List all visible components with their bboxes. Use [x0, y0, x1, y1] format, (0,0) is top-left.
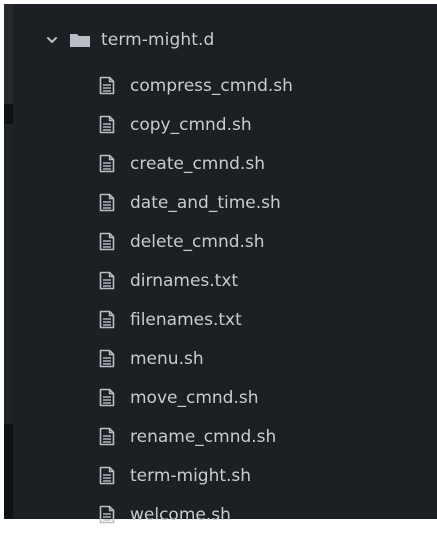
folder-row-term-might-d[interactable]: term-might.d: [45, 28, 214, 52]
file-row[interactable]: filenames.txt: [98, 300, 293, 339]
folder-name: term-might.d: [101, 30, 215, 50]
file-name: term-might.sh: [130, 465, 252, 486]
file-name: date_and_time.sh: [130, 192, 281, 213]
file-row[interactable]: rename_cmnd.sh: [98, 417, 293, 456]
file-name: copy_cmnd.sh: [130, 114, 252, 135]
file-name: rename_cmnd.sh: [130, 426, 277, 447]
file-text-icon: [98, 271, 116, 291]
file-text-icon: [98, 310, 116, 330]
file-name: welcome.sh: [130, 504, 231, 525]
file-text-icon: [98, 154, 116, 174]
file-name: create_cmnd.sh: [130, 153, 265, 174]
file-row[interactable]: welcome.sh: [98, 495, 293, 534]
file-text-icon: [98, 76, 116, 96]
file-tree-panel: term-might.d compress_cmnd.sh copy_cmnd.s…: [4, 4, 437, 525]
file-row[interactable]: menu.sh: [98, 339, 293, 378]
file-list: compress_cmnd.sh copy_cmnd.sh create_cmnd.…: [98, 66, 293, 534]
file-row[interactable]: copy_cmnd.sh: [98, 105, 293, 144]
file-name: move_cmnd.sh: [130, 387, 259, 408]
file-row[interactable]: compress_cmnd.sh: [98, 66, 293, 105]
file-text-icon: [98, 427, 116, 447]
panel-edge-mid: [4, 124, 13, 424]
file-text-icon: [98, 466, 116, 486]
panel-edge-top: [4, 4, 13, 104]
file-text-icon: [98, 505, 116, 525]
file-row[interactable]: create_cmnd.sh: [98, 144, 293, 183]
file-row[interactable]: dirnames.txt: [98, 261, 293, 300]
chevron-down-icon[interactable]: [45, 33, 59, 47]
file-row[interactable]: date_and_time.sh: [98, 183, 293, 222]
file-row[interactable]: delete_cmnd.sh: [98, 222, 293, 261]
file-name: compress_cmnd.sh: [130, 75, 293, 96]
file-name: menu.sh: [130, 348, 204, 369]
file-text-icon: [98, 115, 116, 135]
folder-icon: [69, 32, 91, 48]
file-name: delete_cmnd.sh: [130, 231, 265, 252]
file-name: dirnames.txt: [130, 270, 239, 291]
file-row[interactable]: move_cmnd.sh: [98, 378, 293, 417]
file-text-icon: [98, 388, 116, 408]
file-text-icon: [98, 193, 116, 213]
file-text-icon: [98, 232, 116, 252]
file-name: filenames.txt: [130, 309, 242, 330]
file-row[interactable]: term-might.sh: [98, 456, 293, 495]
file-text-icon: [98, 349, 116, 369]
